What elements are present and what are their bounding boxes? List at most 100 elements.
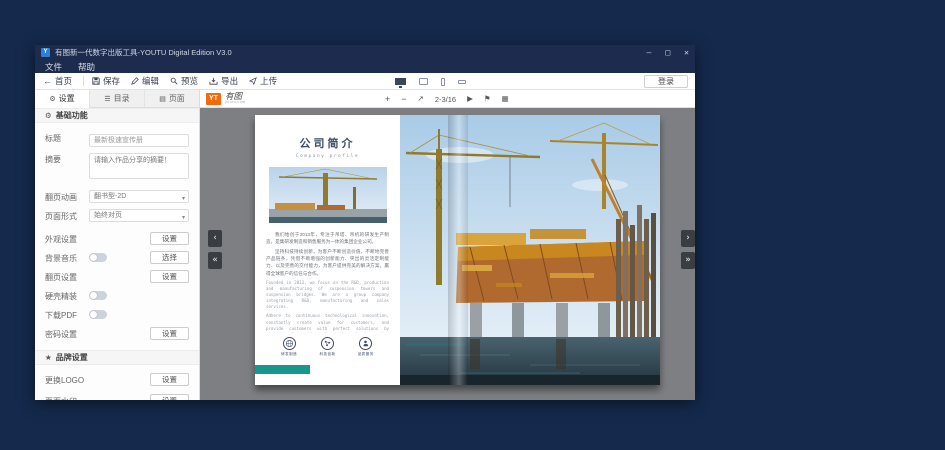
summary-textarea[interactable] bbox=[89, 153, 189, 179]
export-icon bbox=[209, 77, 218, 85]
save-button[interactable]: 保存 bbox=[92, 75, 120, 87]
bookmark-icon[interactable]: ⚑ bbox=[484, 90, 491, 108]
paragraph-en: Founded in 2013, we focus on the R&D, pr… bbox=[266, 280, 389, 311]
preview-label: 预览 bbox=[181, 75, 198, 87]
phone-device-icon[interactable] bbox=[441, 78, 445, 86]
brand-wordmark: 有图 youtu.com bbox=[225, 93, 246, 105]
download-pdf-toggle[interactable] bbox=[89, 310, 107, 319]
section-basic-functions: ⚙ 基础功能 bbox=[35, 108, 199, 123]
edit-label: 编辑 bbox=[142, 75, 159, 87]
construction-site-photo bbox=[400, 115, 660, 385]
magnifier-icon bbox=[170, 77, 178, 85]
phone-landscape-device-icon[interactable] bbox=[458, 80, 466, 84]
title-input[interactable] bbox=[89, 134, 189, 147]
last-page-button[interactable]: » bbox=[681, 252, 695, 269]
bg-music-choose-button[interactable]: 选择 bbox=[150, 251, 189, 264]
field-flip-animation: 翻页动画 翻书型-2D ▾ bbox=[35, 190, 199, 203]
row-download-pdf: 下载PDF bbox=[35, 306, 199, 323]
window-title: 有图新一代数字出版工具-YOUTU Digital Edition V3.0 bbox=[55, 47, 232, 58]
zoom-out-button[interactable]: − bbox=[401, 90, 406, 108]
preview-canvas: 公司简介 Company profile bbox=[200, 108, 695, 400]
fullscreen-icon[interactable]: ↗ bbox=[418, 90, 424, 108]
page-subtitle: Company profile bbox=[264, 154, 391, 159]
network-icon bbox=[321, 337, 334, 350]
upload-button[interactable]: 上传 bbox=[249, 75, 277, 87]
preview-button[interactable]: 预览 bbox=[170, 75, 198, 87]
row-bg-music: 背景音乐 选择 bbox=[35, 249, 199, 266]
tablet-device-icon[interactable] bbox=[419, 78, 428, 85]
first-page-button[interactable]: « bbox=[208, 252, 222, 269]
next-page-button[interactable]: › bbox=[681, 230, 695, 247]
row-password: 密码设置 设置 bbox=[35, 325, 199, 342]
left-nav-group: ‹ « bbox=[208, 230, 222, 269]
crown-icon: ★ bbox=[45, 353, 52, 362]
paragraph-en: Adhere to continuous technological innov… bbox=[266, 313, 389, 333]
app-window: Y 有图新一代数字出版工具-YOUTU Digital Edition V3.0… bbox=[35, 45, 695, 400]
flip-animation-select[interactable]: 翻书型-2D ▾ bbox=[89, 190, 189, 203]
flip-settings-button[interactable]: 设置 bbox=[150, 270, 189, 283]
page-indicator: 2-3/16 bbox=[435, 95, 456, 104]
globe-icon bbox=[283, 337, 296, 350]
field-title: 标题 bbox=[35, 129, 199, 147]
list-icon: ☰ bbox=[104, 95, 110, 103]
person-icon bbox=[359, 337, 372, 350]
settings-sidebar: ⚙ 设置 ☰ 目录 ▤ 页面 ⚙ 基础功能 标题 bbox=[35, 90, 200, 400]
tab-pages[interactable]: ▤ 页面 bbox=[144, 90, 199, 108]
book-spread[interactable]: 公司简介 Company profile bbox=[255, 115, 660, 385]
chevron-down-icon: ▾ bbox=[182, 212, 185, 222]
export-button[interactable]: 导出 bbox=[209, 75, 238, 87]
title-bar: Y 有图新一代数字出版工具-YOUTU Digital Edition V3.0… bbox=[35, 45, 695, 60]
appearance-settings-button[interactable]: 设置 bbox=[150, 232, 189, 245]
back-arrow-icon: ← bbox=[43, 76, 52, 86]
thumbnails-grid-icon[interactable]: ▦ bbox=[502, 90, 509, 108]
menu-help[interactable]: 帮助 bbox=[78, 61, 95, 73]
device-preview-switcher bbox=[395, 73, 466, 90]
hardcover-toggle[interactable] bbox=[89, 291, 107, 300]
desktop-device-icon[interactable] bbox=[395, 78, 406, 85]
edit-button[interactable]: 编辑 bbox=[131, 75, 159, 87]
row-watermark: 页面水印 设置 bbox=[35, 392, 199, 400]
page-title: 公司简介 bbox=[264, 135, 391, 151]
row-flip-settings: 翻页设置 设置 bbox=[35, 268, 199, 285]
save-icon bbox=[92, 77, 100, 85]
password-settings-button[interactable]: 设置 bbox=[150, 327, 189, 340]
home-label: 首页 bbox=[55, 75, 72, 87]
right-nav-group: › » bbox=[681, 230, 695, 269]
inset-crane-photo bbox=[269, 167, 387, 223]
page-mode-select[interactable]: 始终对页 ▾ bbox=[89, 209, 189, 222]
tab-settings[interactable]: ⚙ 设置 bbox=[35, 90, 89, 108]
tab-contents[interactable]: ☰ 目录 bbox=[89, 90, 144, 108]
field-page-mode: 页面形式 始终对页 ▾ bbox=[35, 209, 199, 222]
main-toolbar: ← 首页 保存 编辑 预览 导出 上传 登录 bbox=[35, 73, 695, 90]
page-icon: ▤ bbox=[159, 95, 166, 103]
menu-file[interactable]: 文件 bbox=[45, 61, 62, 73]
field-summary: 摘要 bbox=[35, 153, 199, 184]
close-button[interactable]: ✕ bbox=[684, 45, 689, 60]
upload-label: 上传 bbox=[260, 75, 277, 87]
minimize-button[interactable]: – bbox=[647, 45, 652, 60]
menu-bar: 文件 帮助 bbox=[35, 60, 695, 73]
section-brand-settings: ★ 品牌设置 bbox=[35, 350, 199, 365]
home-button[interactable]: ← 首页 bbox=[43, 75, 72, 87]
feature-item: 科技创新 bbox=[319, 337, 335, 357]
preview-toolbar: YT 有图 youtu.com + − ↗ 2-3/16 ▶ ⚑ ▦ bbox=[200, 90, 695, 108]
save-label: 保存 bbox=[103, 75, 120, 87]
maximize-button[interactable]: □ bbox=[665, 45, 670, 60]
bg-music-toggle[interactable] bbox=[89, 253, 107, 262]
feature-item: 研发制造 bbox=[281, 337, 297, 357]
row-hardcover: 硬壳精装 bbox=[35, 287, 199, 304]
sidebar-body: ⚙ 基础功能 标题 摘要 翻页动画 翻书型-2D ▾ bbox=[35, 108, 199, 400]
book-page-left: 公司简介 Company profile bbox=[255, 115, 400, 385]
replace-logo-button[interactable]: 设置 bbox=[150, 373, 189, 386]
prev-page-button[interactable]: ‹ bbox=[208, 230, 222, 247]
book-page-right-photo bbox=[400, 115, 660, 385]
paragraph-cn: 我们始创于2013年，专注于吊塔、吊机的研发生产制造，是集研发制造和销售服务为一… bbox=[266, 231, 389, 245]
teal-accent-bar bbox=[255, 365, 310, 374]
viewer-controls: + − ↗ 2-3/16 ▶ ⚑ ▦ bbox=[385, 90, 509, 108]
row-replace-logo: 更换LOGO 设置 bbox=[35, 371, 199, 388]
login-button[interactable]: 登录 bbox=[644, 75, 688, 88]
watermark-settings-button[interactable]: 设置 bbox=[150, 394, 189, 400]
zoom-in-button[interactable]: + bbox=[385, 90, 390, 108]
autoplay-icon[interactable]: ▶ bbox=[467, 90, 473, 108]
body-text: 我们始创于2013年，专注于吊塔、吊机的研发生产制造，是集研发制造和销售服务为一… bbox=[264, 229, 391, 333]
